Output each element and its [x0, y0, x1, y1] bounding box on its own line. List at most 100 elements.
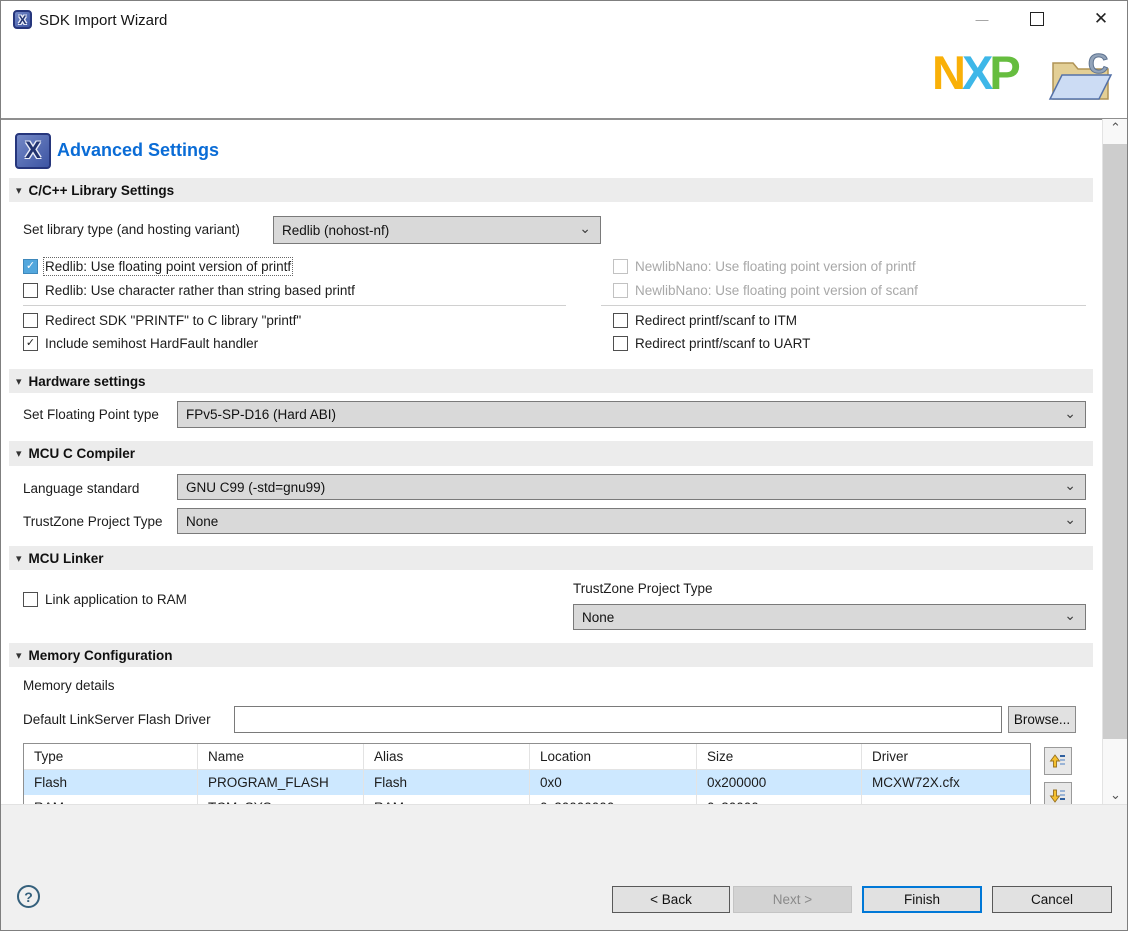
checkbox-label: NewlibNano: Use floating point version o…: [635, 259, 916, 274]
collapse-icon: ▾: [16, 184, 22, 197]
chevron-down-icon: ⌄: [1064, 404, 1076, 421]
section-library-settings[interactable]: ▾ C/C++ Library Settings: [9, 178, 1093, 202]
column-header: Location: [530, 744, 697, 769]
flash-driver-input[interactable]: [234, 706, 1002, 733]
compiler-trustzone-select[interactable]: None ⌄: [177, 508, 1086, 534]
back-button[interactable]: < Back: [612, 886, 730, 913]
section-title: MCU C Compiler: [29, 446, 136, 461]
minimize-button[interactable]: —: [968, 5, 996, 33]
move-down-icon: [1049, 787, 1067, 805]
checkbox-box[interactable]: [613, 336, 628, 351]
cell-name: PROGRAM_FLASH: [198, 770, 364, 795]
finish-button[interactable]: Finish: [862, 886, 982, 913]
collapse-icon: ▾: [16, 375, 22, 388]
footer-bar: ? < Back Next > Finish Cancel: [1, 804, 1127, 931]
checkbox-label: Include semihost HardFault handler: [45, 336, 258, 351]
section-title: MCU Linker: [29, 551, 104, 566]
maximize-button[interactable]: [1030, 12, 1044, 26]
chevron-down-icon: ⌄: [1064, 607, 1076, 624]
cell-alias: Flash: [364, 770, 530, 795]
nxp-logo-letter-p: P: [989, 46, 1019, 99]
language-standard-select[interactable]: GNU C99 (-std=gnu99) ⌄: [177, 474, 1086, 500]
section-memory-configuration[interactable]: ▾ Memory Configuration: [9, 643, 1093, 667]
selected-value: FPv5-SP-D16 (Hard ABI): [186, 407, 336, 422]
column-header: Size: [697, 744, 862, 769]
checkbox-box: [613, 259, 628, 274]
browse-button[interactable]: Browse...: [1008, 706, 1076, 733]
memory-details-label: Memory details: [23, 678, 115, 693]
checkbox-label: Link application to RAM: [45, 592, 187, 607]
floating-point-select[interactable]: FPv5-SP-D16 (Hard ABI) ⌄: [177, 401, 1086, 428]
help-button[interactable]: ?: [17, 885, 40, 908]
checkbox-label: NewlibNano: Use floating point version o…: [635, 283, 918, 298]
selected-value: GNU C99 (-std=gnu99): [186, 480, 325, 495]
move-up-icon: [1049, 752, 1067, 770]
cancel-button[interactable]: Cancel: [992, 886, 1112, 913]
scroll-down-button[interactable]: ⌄: [1103, 786, 1128, 804]
checkbox-box[interactable]: [23, 283, 38, 298]
column-header: Driver: [862, 744, 1030, 769]
chevron-down-icon: ⌄: [1064, 511, 1076, 528]
selected-value: None: [582, 610, 614, 625]
separator: [23, 305, 566, 306]
section-mcu-c-compiler[interactable]: ▾ MCU C Compiler: [9, 441, 1093, 466]
banner-divider: [1, 118, 1127, 120]
checkbox-semihost-hardfault[interactable]: ✓ Include semihost HardFault handler: [23, 333, 258, 353]
checkbox-redlib-float-printf[interactable]: ✓ Redlib: Use floating point version of …: [23, 256, 291, 276]
move-up-button[interactable]: [1044, 747, 1072, 775]
separator: [601, 305, 1086, 306]
scrollbar-thumb[interactable]: [1103, 144, 1128, 739]
section-hardware-settings[interactable]: ▾ Hardware settings: [9, 369, 1093, 393]
checkbox-label: Redirect SDK "PRINTF" to C library "prin…: [45, 313, 301, 328]
scroll-up-button[interactable]: ⌃: [1103, 119, 1128, 137]
vertical-scrollbar[interactable]: ⌃ ⌄: [1102, 119, 1128, 804]
library-type-select[interactable]: Redlib (nohost-nf) ⌄: [273, 216, 601, 244]
checkbox-link-to-ram[interactable]: Link application to RAM: [23, 589, 187, 609]
window-title: SDK Import Wizard: [39, 12, 167, 29]
checkbox-redirect-itm[interactable]: Redirect printf/scanf to ITM: [613, 310, 797, 330]
checkbox-label: Redlib: Use floating point version of pr…: [45, 259, 291, 274]
advanced-settings-icon: X: [15, 133, 51, 169]
nxp-logo-letter-n: N: [932, 46, 965, 99]
checkbox-box[interactable]: ✓: [23, 336, 38, 351]
sdk-import-wizard-window: X SDK Import Wizard — ✕ NXP C X Advanced…: [0, 0, 1128, 931]
checkbox-box[interactable]: ✓: [23, 259, 38, 274]
linker-trustzone-label: TrustZone Project Type: [573, 581, 713, 596]
selected-value: None: [186, 514, 218, 529]
checkbox-box: [613, 283, 628, 298]
app-icon: X: [13, 10, 32, 29]
checkbox-redirect-uart[interactable]: Redirect printf/scanf to UART: [613, 333, 810, 353]
language-standard-label: Language standard: [23, 481, 139, 496]
checkbox-box[interactable]: [23, 592, 38, 607]
checkbox-label: Redlib: Use character rather than string…: [45, 283, 355, 298]
linker-trustzone-select[interactable]: None ⌄: [573, 604, 1086, 630]
nxp-logo: NXP: [932, 49, 1020, 96]
section-title: C/C++ Library Settings: [29, 183, 175, 198]
collapse-icon: ▾: [16, 649, 22, 662]
compiler-trustzone-label: TrustZone Project Type: [23, 514, 163, 529]
next-button[interactable]: Next >: [733, 886, 852, 913]
section-mcu-linker[interactable]: ▾ MCU Linker: [9, 546, 1093, 570]
section-title: Hardware settings: [29, 374, 146, 389]
column-header: Type: [24, 744, 198, 769]
checkbox-label: Redirect printf/scanf to UART: [635, 336, 810, 351]
c-project-folder-icon: C: [1047, 47, 1117, 105]
checkbox-redlib-char-printf[interactable]: Redlib: Use character rather than string…: [23, 280, 355, 300]
checkbox-label: Redirect printf/scanf to ITM: [635, 313, 797, 328]
checkbox-redirect-sdk-printf[interactable]: Redirect SDK "PRINTF" to C library "prin…: [23, 310, 301, 330]
selected-value: Redlib (nohost-nf): [282, 223, 389, 238]
cell-size: 0x200000: [697, 770, 862, 795]
checkbox-newlibnano-printf: NewlibNano: Use floating point version o…: [613, 256, 916, 276]
checkbox-box[interactable]: [613, 313, 628, 328]
floating-point-label: Set Floating Point type: [23, 407, 159, 422]
flash-driver-label: Default LinkServer Flash Driver: [23, 712, 211, 727]
nxp-logo-letter-x: X: [962, 46, 992, 99]
cell-type: Flash: [24, 770, 198, 795]
collapse-icon: ▾: [16, 552, 22, 565]
table-row[interactable]: Flash PROGRAM_FLASH Flash 0x0 0x200000 M…: [24, 770, 1030, 795]
column-header: Name: [198, 744, 364, 769]
collapse-icon: ▾: [16, 447, 22, 460]
library-type-label: Set library type (and hosting variant): [23, 222, 240, 237]
close-button[interactable]: ✕: [1088, 5, 1114, 33]
checkbox-box[interactable]: [23, 313, 38, 328]
